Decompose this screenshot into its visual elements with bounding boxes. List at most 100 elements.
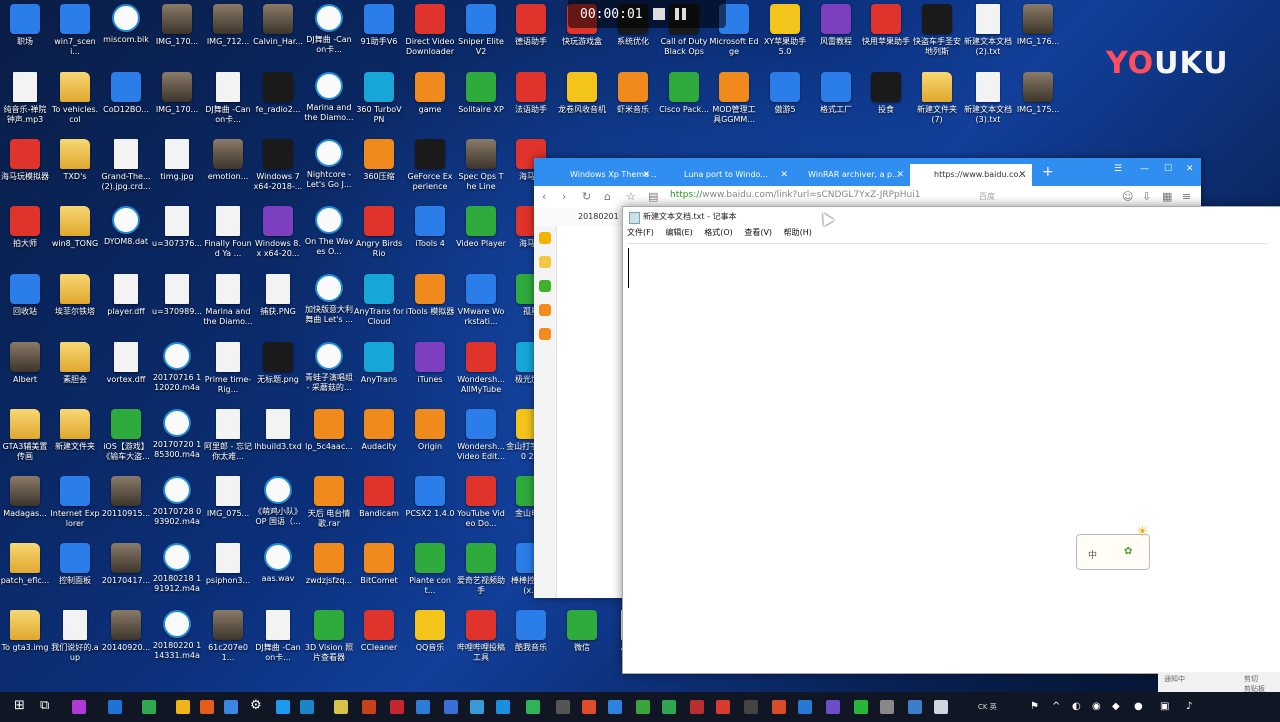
desktop-icon[interactable]: 新建文本文档 (3).txt [963,70,1013,136]
games-icon[interactable] [539,280,551,292]
desktop-icon[interactable]: 快用苹果助手 [861,2,911,68]
desktop-icon[interactable]: 无标题.png [253,340,303,406]
taskbar-app-icon[interactable] [662,700,676,714]
taskbar-app-icon[interactable] [416,700,430,714]
desktop-icon[interactable]: Piante cont... [405,541,455,607]
settings-icon[interactable]: ≡ [1182,190,1191,203]
back-icon[interactable]: ‹ [542,190,546,203]
taskbar-app-icon[interactable] [556,700,570,714]
desktop-icon[interactable]: 阿里郎 - 忘记你太难... [203,407,253,473]
desktop-icon[interactable]: 酷我音乐 [506,608,556,674]
desktop-icon[interactable]: 新建文件夹 [50,407,100,473]
desktop-icon[interactable]: VMware Workstati... [456,272,506,338]
desktop-icon[interactable]: u=370989... [152,272,202,338]
star-icon[interactable]: ☆ [626,190,636,203]
desktop-icon[interactable]: 德语助手 [506,2,556,68]
desktop-icon[interactable]: 虾米音乐 [608,70,658,136]
clipboard-cut[interactable]: 剪切 [1244,674,1258,684]
desktop-icon[interactable]: 20180218 191912.m4a [152,541,202,607]
taskbar-app-icon[interactable] [826,700,840,714]
browser-tab-active[interactable]: https://www.baidu.co... ✕ [910,164,1032,186]
desktop-icon[interactable]: IMG_170... [152,2,202,68]
desktop-icon[interactable]: game [405,70,455,136]
maximize-icon[interactable]: ☐ [1164,164,1172,174]
desktop-icon[interactable]: 天后 电台情歌.rar [304,474,354,540]
taskbar-app-icon[interactable] [444,700,458,714]
tray-app-icon[interactable]: ▣ [1160,701,1169,712]
desktop-icon[interactable]: 20170728 093902.m4a [152,474,202,540]
taskbar-app-icon[interactable] [690,700,704,714]
desktop-icon[interactable]: Spec Ops The Line [456,137,506,203]
taskbar-app-icon[interactable] [798,700,812,714]
desktop-icon[interactable]: Bandicam [354,474,404,540]
desktop-icon[interactable]: miscom.bik [101,2,151,68]
desktop-icon[interactable]: Calvin_Har... [253,2,303,68]
desktop-icon[interactable]: win8_TONG [50,204,100,270]
desktop-icon[interactable]: Direct Video Downloader [405,2,455,68]
taskbar-app-icon[interactable] [470,700,484,714]
settings-gear-icon[interactable]: ⚙ [250,698,262,713]
desktop-icon[interactable]: Wondersh... AllMyTube [456,340,506,406]
desktop-icon[interactable]: AnyTrans for Cloud [354,272,404,338]
desktop-icon[interactable]: DJ舞曲 -Canon卡... [253,608,303,674]
desktop-icon[interactable]: 纯音乐-禅院钟声.mp3 [0,70,50,136]
menu-format[interactable]: 格式(O) [704,228,733,237]
desktop-icon[interactable]: iTunes [405,340,455,406]
desktop-icon[interactable]: 傲游5 [760,70,810,136]
tray-app-icon[interactable]: ♪ [1186,701,1192,712]
notepad-text-area[interactable] [627,243,1267,664]
desktop-icon[interactable]: 海马玩模拟器 [0,137,50,203]
tray-volume-icon[interactable]: ◐ [1072,701,1081,712]
desktop-icon[interactable]: 风雷教程 [811,2,861,68]
desktop-icon[interactable]: PCSX2 1.4.0 [405,474,455,540]
desktop-icon[interactable]: QQ音乐 [405,608,455,674]
wechat-icon[interactable] [854,700,868,714]
desktop-icon[interactable]: 爱奇艺视频助手 [456,541,506,607]
desktop-icon[interactable]: Prime time-Rig... [203,340,253,406]
desktop-icon[interactable]: 拍大师 [0,204,50,270]
desktop-icon[interactable]: 埃菲尔铁塔 [50,272,100,338]
desktop-icon[interactable]: 3D Vision 照片查看器 [304,608,354,674]
store-icon[interactable] [362,700,376,714]
desktop-icon[interactable]: Cisco Pack... [659,70,709,136]
desktop-icon[interactable]: fe_radio2... [253,70,303,136]
desktop-icon[interactable]: GeForce Experience [405,137,455,203]
taskbar-app-icon[interactable] [716,700,730,714]
desktop-icon[interactable]: DJ舞曲 -Canon卡... [203,70,253,136]
desktop-icon[interactable]: Nightcore - Let's Go J... [304,137,354,203]
desktop-icon[interactable]: iOS【游戏】《输车大盗... [101,407,151,473]
desktop-icon[interactable]: 投食 [861,70,911,136]
taskbar-app-icon[interactable] [72,700,86,714]
desktop-icon[interactable]: CoD12BO... [101,70,151,136]
edge-icon[interactable] [108,700,122,714]
desktop-icon[interactable]: 61c207e01... [203,608,253,674]
desktop-icon[interactable]: 青蛙子演唱组 - 采蘑菇的... [304,340,354,406]
desktop-icon[interactable]: player.dff [101,272,151,338]
desktop-icon[interactable]: CCleaner [354,608,404,674]
desktop-icon[interactable]: Audacity [354,407,404,473]
taskbar-app-icon[interactable] [334,700,348,714]
desktop-icon[interactable]: Grand-The... (2).jpg.crd... [101,137,151,203]
desktop-icon[interactable]: To vehicles.col [50,70,100,136]
desktop-icon[interactable]: 新建文本文档 (2).txt [963,2,1013,68]
close-window-icon[interactable]: ✕ [1186,164,1194,174]
desktop-icon[interactable]: emotion... [203,137,253,203]
desktop-icon[interactable]: 加快版意大利舞曲 Let's ... [304,272,354,338]
desktop-icon[interactable]: win7_sceni... [50,2,100,68]
desktop-icon[interactable]: u=307376... [152,204,202,270]
desktop-icon[interactable]: 控制面板 [50,541,100,607]
desktop-icon[interactable]: GTA3辅美置传画 [0,407,50,473]
taskbar-app-icon[interactable] [200,700,214,714]
desktop-icon[interactable]: 格式工厂 [811,70,861,136]
desktop-icon[interactable]: Angry Birds Rio [354,204,404,270]
minimize-icon[interactable]: — [1140,164,1149,174]
taskbar-app-icon[interactable] [772,700,786,714]
desktop-icon[interactable]: IMG_170... [152,70,202,136]
taskbar-app-icon[interactable] [224,700,238,714]
taskbar-app-icon[interactable] [908,700,922,714]
menu-view[interactable]: 查看(V) [744,228,772,237]
desktop-icon[interactable]: Albert [0,340,50,406]
desktop-icon[interactable]: Madagas... [0,474,50,540]
desktop-icon[interactable]: 我们说好的.aup [50,608,100,674]
desktop-icon[interactable]: To gta3.img [0,608,50,674]
